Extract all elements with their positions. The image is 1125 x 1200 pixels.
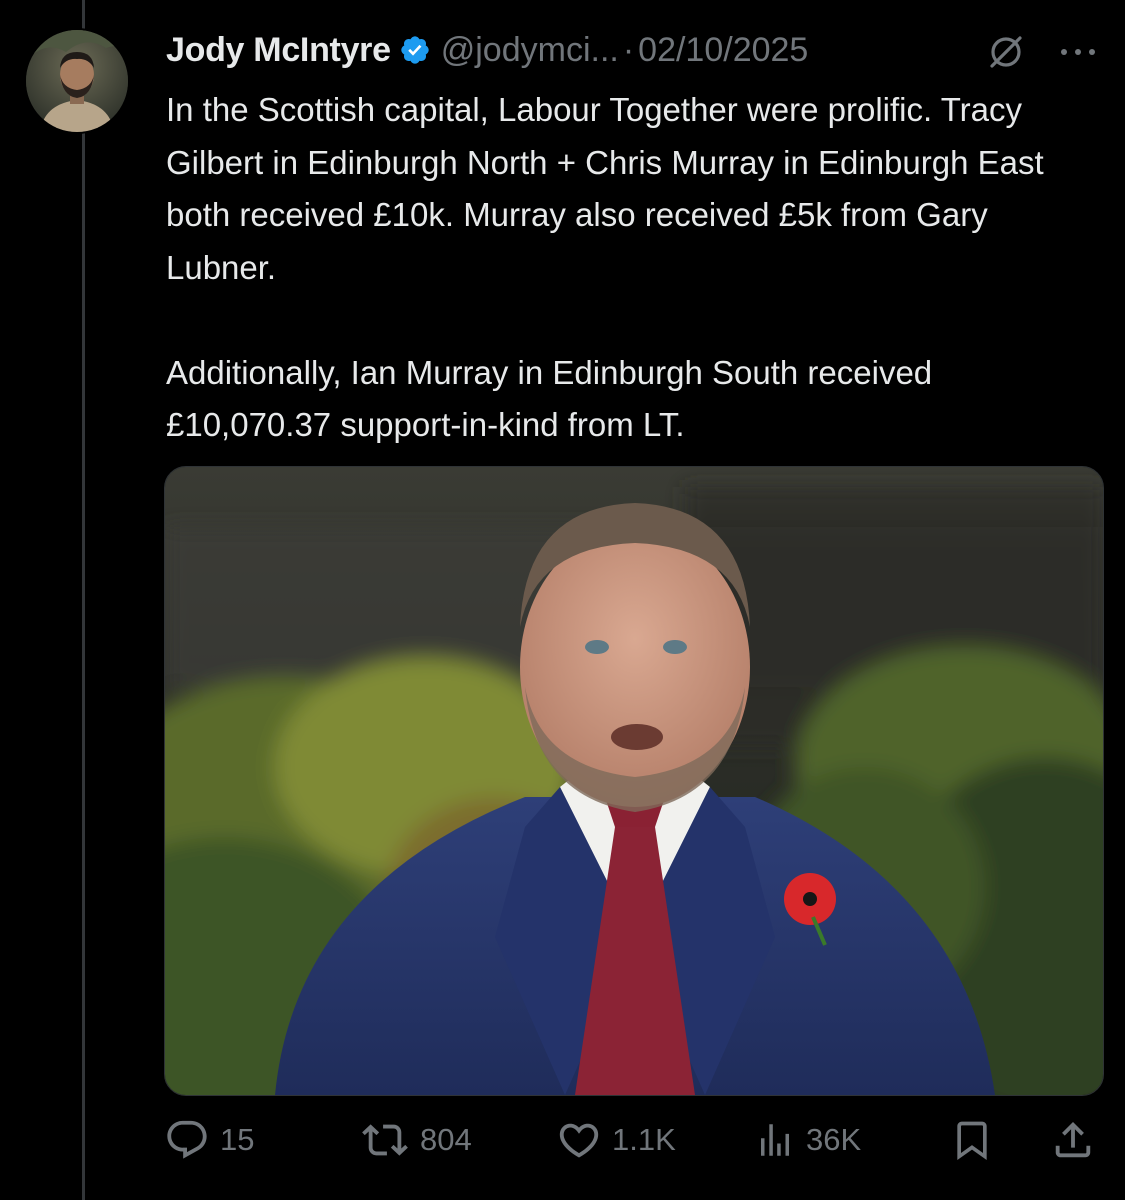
bookmark-button[interactable]	[950, 1112, 994, 1168]
reply-icon	[167, 1120, 207, 1159]
tweet-paragraph: In the Scottish capital, Labour Together…	[166, 91, 1044, 286]
repost-icon	[362, 1124, 408, 1156]
bookmark-icon	[957, 1121, 987, 1161]
author-name[interactable]: Jody McIntyre	[166, 31, 391, 70]
verified-badge-icon	[399, 34, 431, 66]
like-count: 1.1K	[612, 1122, 676, 1157]
reply-button[interactable]: 15	[164, 1112, 254, 1168]
avatar[interactable]	[24, 28, 130, 134]
share-icon	[1055, 1121, 1091, 1158]
views-button[interactable]: 36K	[754, 1112, 861, 1168]
author-handle[interactable]: @jodymci...	[441, 31, 619, 70]
repost-button[interactable]: 804	[360, 1112, 472, 1168]
tweet-header: Jody McIntyre @jodymci... · 02/10/2025	[166, 28, 808, 72]
thread-line	[82, 0, 85, 1200]
photo-man-in-suit	[165, 467, 1103, 1095]
tweet-actions: 15 804 1.1K 36K	[164, 1112, 1104, 1168]
avatar-photo	[26, 30, 128, 132]
more-icon[interactable]	[1054, 34, 1102, 70]
tweet-media-photo[interactable]	[164, 466, 1104, 1096]
like-button[interactable]: 1.1K	[556, 1112, 676, 1168]
tweet-text: In the Scottish capital, Labour Together…	[166, 84, 1086, 452]
tweet-paragraph: Additionally, Ian Murray in Edinburgh So…	[166, 353, 933, 444]
repost-count: 804	[420, 1122, 472, 1157]
views-icon	[761, 1124, 789, 1156]
views-count: 36K	[806, 1122, 862, 1157]
reply-count: 15	[220, 1122, 255, 1157]
tweet-date[interactable]: 02/10/2025	[638, 31, 808, 70]
edited-icon[interactable]	[986, 32, 1026, 72]
like-icon	[559, 1123, 599, 1158]
share-button[interactable]	[1050, 1112, 1096, 1168]
header-separator: ·	[622, 30, 635, 69]
